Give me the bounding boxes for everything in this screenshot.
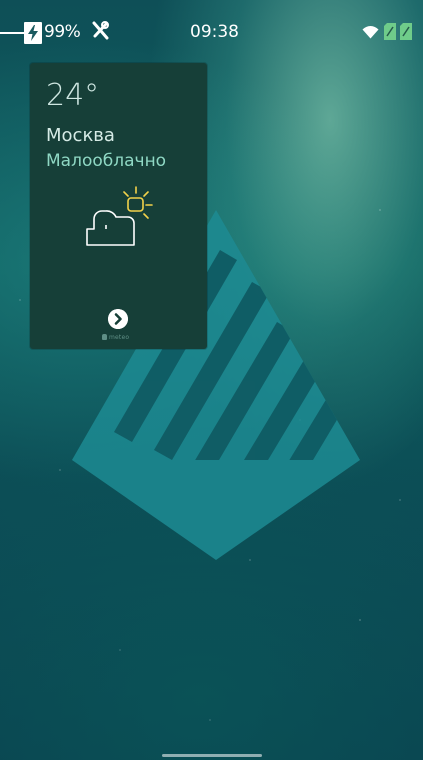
partly-cloudy-icon [86, 186, 153, 246]
weather-widget[interactable]: 24° Москва Малооблачно meteo [30, 63, 207, 349]
foreca-logo-icon [102, 334, 107, 340]
sim-card-icon [400, 23, 412, 40]
city-name: Москва [46, 125, 115, 146]
status-bar: 99% 09:38 [0, 0, 423, 56]
battery-percentage: 99% [44, 22, 81, 42]
tools-icon [92, 21, 109, 40]
lock-screen: 99% 09:38 24° Москва Малооблачно meteo [0, 0, 423, 760]
sim-card-icon [384, 23, 396, 40]
temperature: 24° [46, 78, 100, 113]
chevron-right-icon[interactable] [108, 309, 128, 329]
clock: 09:38 [190, 22, 239, 42]
lightning-icon [24, 22, 42, 44]
provider-name: meteo [109, 334, 130, 341]
wifi-icon [362, 26, 379, 39]
notification-line [0, 32, 24, 34]
weather-condition: Малооблачно [46, 151, 167, 171]
home-indicator[interactable] [162, 754, 262, 757]
provider-attribution: meteo [102, 334, 129, 341]
